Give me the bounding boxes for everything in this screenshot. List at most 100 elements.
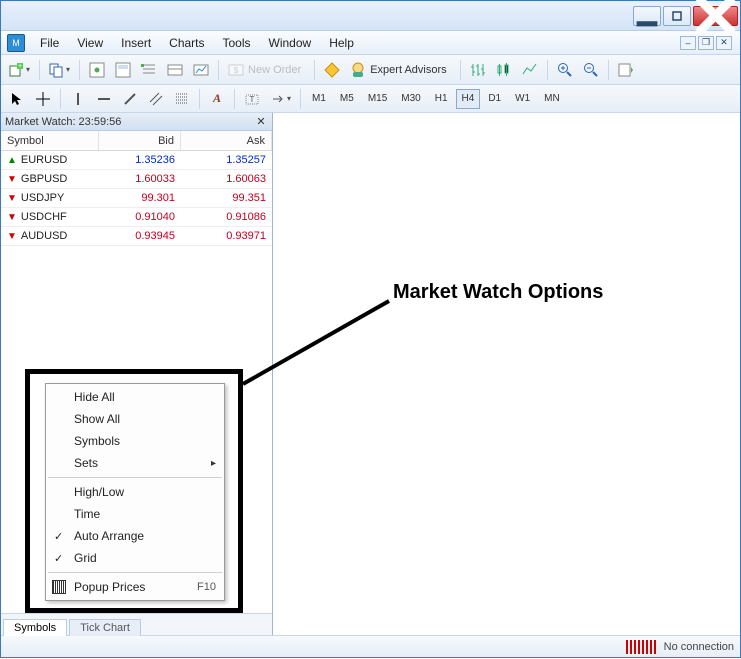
ctx-hide-all[interactable]: Hide All [46, 386, 224, 408]
timeframe-w1[interactable]: W1 [509, 89, 536, 109]
vertical-line-button[interactable] [66, 88, 90, 110]
new-chart-button[interactable]: +▾ [5, 59, 34, 81]
check-icon: ✓ [54, 552, 63, 565]
column-symbol[interactable]: Symbol [1, 131, 99, 150]
mdi-restore-button[interactable]: ❐ [698, 36, 714, 50]
menu-help[interactable]: Help [320, 34, 363, 52]
mdi-minimize-button[interactable]: ‒ [680, 36, 696, 50]
menu-window[interactable]: Window [260, 34, 321, 52]
toolbar-main: +▾ ▾ $New Order Expert Advisors [1, 55, 740, 85]
crosshair-button[interactable] [31, 88, 55, 110]
equidistant-channel-button[interactable] [144, 88, 168, 110]
svg-text:$: $ [234, 66, 239, 75]
diamond-icon [324, 62, 340, 78]
bid-price: 1.35236 [99, 151, 181, 169]
market-watch-row[interactable]: ▼USDJPY99.30199.351 [1, 189, 272, 208]
market-watch-toggle-button[interactable] [85, 59, 109, 81]
market-watch-header: Symbol Bid Ask [1, 131, 272, 151]
text-label-button[interactable]: T [240, 88, 264, 110]
ctx-sets[interactable]: Sets▸ [46, 452, 224, 474]
navigator-button[interactable] [137, 59, 161, 81]
direction-icon: ▼ [7, 193, 17, 204]
ctx-symbols[interactable]: Symbols [46, 430, 224, 452]
tab-tick-chart[interactable]: Tick Chart [69, 619, 141, 636]
maximize-window-button[interactable] [663, 6, 691, 26]
zoom-in-button[interactable] [553, 59, 577, 81]
check-icon: ✓ [54, 530, 63, 543]
text-button[interactable]: A [205, 88, 229, 110]
direction-icon: ▼ [7, 231, 17, 242]
column-ask[interactable]: Ask [181, 131, 272, 150]
timeframe-h1[interactable]: H1 [429, 89, 454, 109]
symbol-name: EURUSD [21, 154, 67, 166]
zoom-in-icon [557, 62, 573, 78]
ctx-high-low[interactable]: High/Low [46, 481, 224, 503]
ctx-popup-prices[interactable]: Popup PricesF10 [46, 576, 224, 598]
connection-status-text: No connection [664, 641, 734, 653]
expert-advisors-button[interactable]: Expert Advisors [346, 59, 454, 81]
column-bid[interactable]: Bid [99, 131, 181, 150]
bid-price: 0.91040 [99, 208, 181, 226]
metaquotes-button[interactable] [320, 59, 344, 81]
cursor-icon [9, 91, 25, 107]
market-watch-close-button[interactable]: ✕ [254, 115, 268, 129]
market-watch-tabs: Symbols Tick Chart [1, 613, 272, 635]
ctx-grid[interactable]: ✓Grid [46, 547, 224, 569]
ctx-shortcut: F10 [197, 581, 216, 593]
timeframe-m1[interactable]: M1 [306, 89, 332, 109]
svg-text:T: T [250, 95, 255, 104]
market-watch-titlebar: Market Watch: 23:59:56 ✕ [1, 113, 272, 131]
ctx-separator [48, 477, 222, 478]
menu-view[interactable]: View [68, 34, 112, 52]
menu-file[interactable]: File [31, 34, 68, 52]
bid-price: 0.93945 [99, 227, 181, 245]
minimize-window-button[interactable] [633, 6, 661, 26]
candlestick-button[interactable] [492, 59, 516, 81]
zoom-out-button[interactable] [579, 59, 603, 81]
trendline-button[interactable] [118, 88, 142, 110]
arrows-button[interactable]: ▾ [266, 88, 295, 110]
menu-charts[interactable]: Charts [160, 34, 213, 52]
timeframe-d1[interactable]: D1 [482, 89, 507, 109]
symbol-name: USDCHF [21, 211, 67, 223]
bar-chart-button[interactable] [466, 59, 490, 81]
market-watch-row[interactable]: ▲EURUSD1.352361.35257 [1, 151, 272, 170]
timeframe-m15[interactable]: M15 [362, 89, 393, 109]
menu-insert[interactable]: Insert [112, 34, 160, 52]
connection-status-icon [626, 640, 656, 654]
ctx-auto-arrange[interactable]: ✓Auto Arrange [46, 525, 224, 547]
ctx-show-all[interactable]: Show All [46, 408, 224, 430]
symbol-name: AUDUSD [21, 230, 67, 242]
market-watch-row[interactable]: ▼USDCHF0.910400.91086 [1, 208, 272, 227]
timeframe-m30[interactable]: M30 [395, 89, 426, 109]
chart-area[interactable] [273, 113, 740, 635]
timeframe-h4[interactable]: H4 [456, 89, 481, 109]
close-window-button[interactable] [693, 6, 738, 26]
market-watch-row[interactable]: ▼GBPUSD1.600331.60063 [1, 170, 272, 189]
autoscroll-button[interactable] [614, 59, 638, 81]
cursor-button[interactable] [5, 88, 29, 110]
terminal-button[interactable] [163, 59, 187, 81]
profiles-button[interactable]: ▾ [45, 59, 74, 81]
statusbar: No connection [1, 635, 740, 657]
timeframe-m5[interactable]: M5 [334, 89, 360, 109]
new-order-button[interactable]: $New Order [224, 59, 309, 81]
tab-symbols[interactable]: Symbols [3, 619, 67, 636]
market-watch-row[interactable]: ▼AUDUSD0.939450.93971 [1, 227, 272, 246]
direction-icon: ▼ [7, 212, 17, 223]
data-window-button[interactable] [111, 59, 135, 81]
ask-price: 1.35257 [181, 151, 272, 169]
menubar: M File View Insert Charts Tools Window H… [1, 31, 740, 55]
fibonacci-button[interactable] [170, 88, 194, 110]
horizontal-line-button[interactable] [92, 88, 116, 110]
app-icon: M [7, 34, 25, 52]
svg-text:+: + [18, 63, 22, 70]
timeframe-mn[interactable]: MN [538, 89, 566, 109]
menu-tools[interactable]: Tools [214, 34, 260, 52]
mdi-close-button[interactable]: ✕ [716, 36, 732, 50]
strategy-tester-button[interactable] [189, 59, 213, 81]
ctx-time[interactable]: Time [46, 503, 224, 525]
line-chart-button[interactable] [518, 59, 542, 81]
titlebar [1, 1, 740, 31]
bid-price: 99.301 [99, 189, 181, 207]
